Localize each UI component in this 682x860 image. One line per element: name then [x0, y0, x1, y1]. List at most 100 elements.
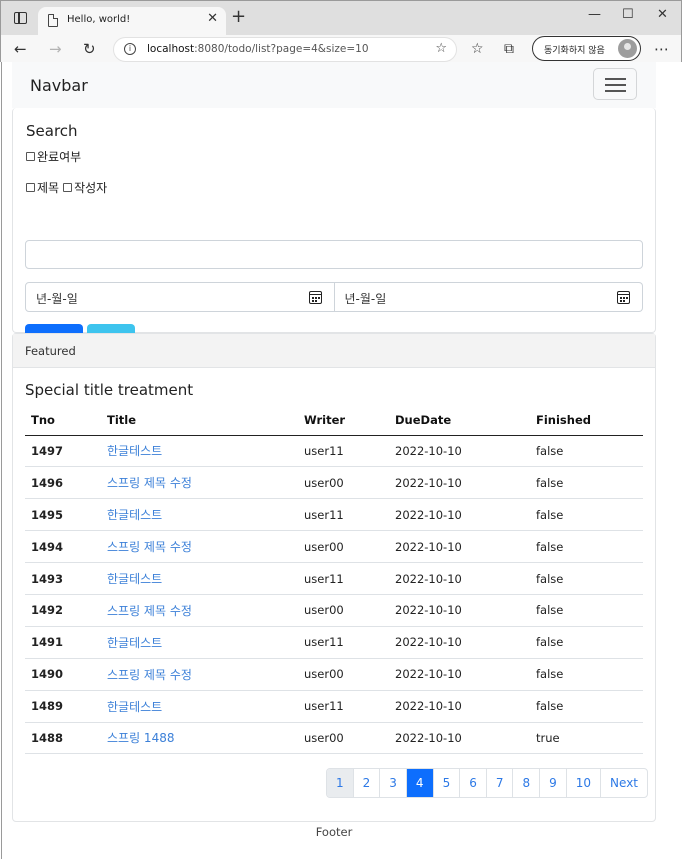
tno-cell: 1494 [25, 530, 101, 564]
hamburger-icon [605, 84, 626, 86]
favorite-star-icon[interactable]: ☆ [435, 41, 447, 56]
tno-cell: 1491 [25, 626, 101, 659]
tab-title: Hello, world! [67, 14, 131, 25]
to-date-input[interactable]: 년-월-일 [334, 282, 643, 312]
hamburger-icon [605, 90, 626, 92]
back-icon[interactable]: ← [14, 40, 27, 58]
duedate-cell: 2022-10-10 [389, 435, 530, 468]
column-header-duedate: DueDate [389, 405, 530, 436]
card-header-text: Featured [25, 344, 76, 358]
todo-title-link[interactable]: 스프링 1488 [107, 731, 174, 745]
todo-table-body: 1497 한글테스트 user11 2022-10-10 false 1496 스프링 제목… [25, 435, 643, 755]
finished-cell: false [530, 466, 643, 500]
table-row: 1494 스프링 제목 수정 user00 2022-10-10 false [25, 530, 643, 564]
writer-cell: user11 [298, 690, 389, 723]
finished-cell: false [530, 562, 643, 595]
tab-actions-icon[interactable] [14, 12, 27, 24]
type-filter: 제목 작성자 [26, 179, 111, 196]
minimize-button[interactable]: — [588, 7, 601, 23]
title-cell: 스프링 제목 수정 [101, 530, 298, 564]
title-type-label: 제목 [37, 181, 60, 195]
finished-cell: false [530, 626, 643, 659]
duedate-cell: 2022-10-10 [389, 690, 530, 723]
new-tab-button[interactable]: + [231, 8, 246, 26]
hamburger-icon [605, 78, 626, 80]
browser-toolbar: ← → ↻ i localhost:8080/todo/list?page=4&… [1, 35, 681, 63]
table-row: 1496 스프링 제목 수정 user00 2022-10-10 false [25, 466, 643, 500]
todo-table: Tno Title Writer DueDate Finished 1497 한글… [25, 405, 643, 755]
close-window-button[interactable]: ✕ [657, 7, 668, 23]
card-header: Featured [13, 334, 655, 368]
page-link-6[interactable]: 6 [460, 769, 487, 797]
todo-title-link[interactable]: 한글테스트 [107, 636, 162, 650]
profile-sync-button[interactable]: 동기화하지 않음 [532, 36, 641, 61]
finished-label: 완료여부 [37, 150, 82, 164]
title-cell: 스프링 제목 수정 [101, 594, 298, 627]
page-link-8[interactable]: 8 [513, 769, 541, 797]
tab-close-icon[interactable]: ✕ [207, 12, 218, 26]
writer-cell: user00 [298, 530, 389, 564]
todo-title-link[interactable]: 스프링 제목 수정 [107, 668, 192, 682]
site-info-icon[interactable]: i [124, 43, 136, 55]
tno-cell: 1489 [25, 690, 101, 723]
address-bar[interactable]: i localhost:8080/todo/list?page=4&size=1… [113, 37, 457, 62]
maximize-button[interactable]: ☐ [622, 7, 634, 23]
page-link-2[interactable]: 2 [354, 769, 381, 797]
navbar: Navbar [12, 62, 656, 108]
todo-title-link[interactable]: 스프링 제목 수정 [107, 476, 192, 490]
title-cell: 스프링 제목 수정 [101, 466, 298, 500]
refresh-icon[interactable]: ↻ [83, 40, 96, 58]
navbar-brand[interactable]: Navbar [30, 76, 88, 95]
url-text[interactable]: localhost:8080/todo/list?page=4&size=10 [147, 43, 369, 55]
page-link-9[interactable]: 9 [540, 769, 567, 797]
from-date-input[interactable]: 년-월-일 [25, 282, 335, 312]
title-cell: 한글테스트 [101, 562, 298, 595]
title-cell: 스프링 1488 [101, 722, 298, 755]
date-range: 년-월-일 년-월-일 [25, 282, 643, 312]
writer-type-checkbox[interactable] [63, 183, 73, 192]
browser-tab[interactable]: Hello, world! ✕ [38, 7, 226, 35]
from-date-placeholder: 년-월-일 [36, 292, 78, 306]
page-link-10[interactable]: 10 [567, 769, 602, 797]
more-menu-icon[interactable]: ⋯ [654, 40, 669, 58]
next-page-link[interactable]: Next [601, 769, 647, 797]
todo-title-link[interactable]: 스프링 제목 수정 [107, 540, 192, 554]
finished-checkbox[interactable] [26, 152, 35, 161]
calendar-icon[interactable] [617, 291, 630, 304]
duedate-cell: 2022-10-10 [389, 562, 530, 595]
finished-cell: false [530, 498, 643, 532]
writer-cell: user00 [298, 594, 389, 627]
title-cell: 한글테스트 [101, 435, 298, 468]
page-link-5[interactable]: 5 [434, 769, 461, 797]
table-row: 1492 스프링 제목 수정 user00 2022-10-10 false [25, 594, 643, 627]
favorites-icon[interactable]: ☆ [471, 40, 484, 58]
finished-cell: true [530, 722, 643, 755]
todo-title-link[interactable]: 한글테스트 [107, 444, 162, 458]
writer-type-label: 작성자 [74, 181, 108, 195]
title-cell: 스프링 제목 수정 [101, 658, 298, 691]
pagination: 1 2 3 4 5 6 7 8 9 10 Next [326, 768, 649, 798]
writer-cell: user11 [298, 498, 389, 532]
navbar-toggler-button[interactable] [593, 68, 637, 100]
collections-icon[interactable]: ⧉ [504, 40, 514, 58]
forward-icon[interactable]: → [49, 40, 62, 58]
finished-cell: false [530, 435, 643, 468]
tno-cell: 1495 [25, 498, 101, 532]
search-card: Search 완료여부 제목 작성자 년-월-일 년-월-일 Search Cl… [12, 108, 656, 354]
todo-title-link[interactable]: 한글테스트 [107, 700, 162, 714]
todo-title-link[interactable]: 한글테스트 [107, 572, 162, 586]
page-viewport: Navbar Search 완료여부 제목 작성자 년-월-일 년-월-일 Fe… [1, 62, 681, 859]
title-type-checkbox[interactable] [26, 183, 35, 192]
page-icon [48, 14, 58, 27]
table-row: 1493 한글테스트 user11 2022-10-10 false [25, 562, 643, 595]
todo-title-link[interactable]: 스프링 제목 수정 [107, 604, 192, 618]
page-link-1[interactable]: 1 [327, 769, 354, 797]
page-link-7[interactable]: 7 [487, 769, 514, 797]
keyword-input[interactable] [25, 240, 643, 269]
duedate-cell: 2022-10-10 [389, 594, 530, 627]
todo-title-link[interactable]: 한글테스트 [107, 508, 162, 522]
page-link-4[interactable]: 4 [406, 769, 434, 797]
calendar-icon[interactable] [308, 291, 322, 304]
column-header-writer: Writer [298, 405, 389, 436]
page-link-3[interactable]: 3 [380, 769, 407, 797]
